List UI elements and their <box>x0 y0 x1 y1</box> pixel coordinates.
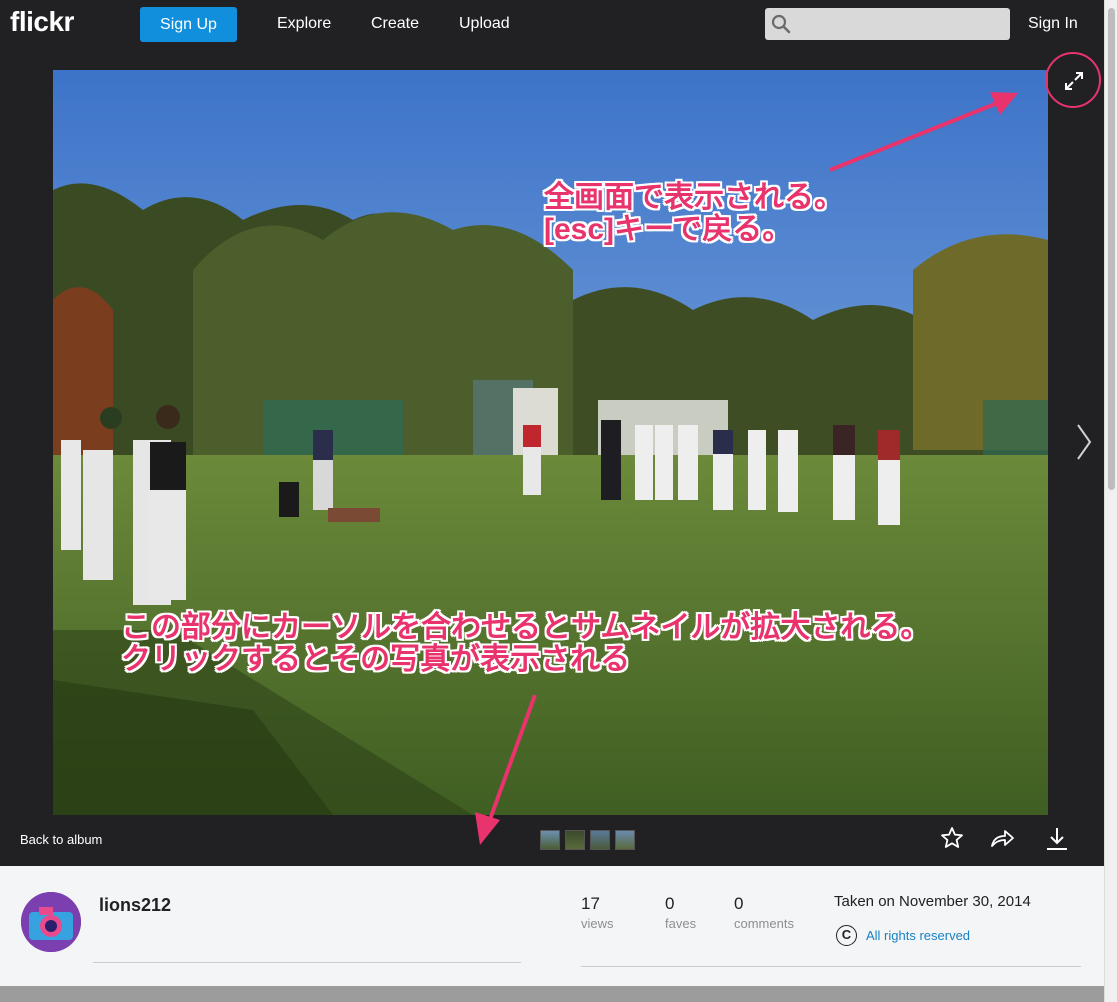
camera-avatar-icon <box>21 892 81 952</box>
rights-link[interactable]: All rights reserved <box>866 928 970 943</box>
faves-count: 0 <box>665 894 675 913</box>
scrollbar-thumb[interactable] <box>1108 8 1115 490</box>
annotation-text: この部分にカーソルを合わせるとサムネイルが拡大される。 <box>121 611 931 644</box>
signup-button[interactable]: Sign Up <box>140 7 237 42</box>
annotation-text: 全画面で表示される。 <box>544 181 844 214</box>
comments-label: comments <box>734 916 794 931</box>
download-icon[interactable] <box>1045 826 1069 852</box>
avatar[interactable] <box>21 892 81 952</box>
views-count: 17 <box>581 894 600 913</box>
favorite-star-icon[interactable] <box>940 826 964 850</box>
signin-link[interactable]: Sign In <box>1028 15 1078 33</box>
username[interactable]: lions212 <box>99 895 171 916</box>
annotation-thumbnail: この部分にカーソルを合わせるとサムネイルが拡大される。 クリックするとその写真が… <box>121 612 930 675</box>
expand-icon <box>1065 72 1083 90</box>
thumbnail[interactable] <box>565 830 585 850</box>
views-label: views <box>581 916 614 931</box>
top-navbar: flickr Sign Up Explore Create Upload Sig… <box>0 0 1104 50</box>
license: C All rights reserved <box>836 925 970 946</box>
search-input[interactable] <box>765 8 1010 40</box>
back-to-album-link[interactable]: Back to album <box>20 832 102 847</box>
views-stat: 17 views <box>581 894 614 931</box>
nav-upload[interactable]: Upload <box>459 15 510 33</box>
annotation-text: クリックするとその写真が表示される <box>121 642 631 676</box>
copyright-icon: C <box>836 925 857 946</box>
thumbnail-strip <box>540 830 635 850</box>
nav-explore[interactable]: Explore <box>277 15 331 33</box>
thumbnail[interactable] <box>540 830 560 850</box>
thumbnail[interactable] <box>615 830 635 850</box>
taken-date: Taken on November 30, 2014 <box>834 893 1031 910</box>
fullscreen-button[interactable] <box>1045 52 1101 108</box>
divider <box>93 962 521 963</box>
thumbnail[interactable] <box>590 830 610 850</box>
photo-info-panel: lions212 17 views 0 faves 0 comments Tak… <box>0 866 1104 986</box>
comments-count: 0 <box>734 894 744 913</box>
flickr-logo[interactable]: flickr <box>10 6 74 38</box>
scrollbar[interactable] <box>1104 0 1117 1002</box>
faves-stat: 0 faves <box>665 894 696 931</box>
next-photo-icon[interactable] <box>1075 423 1093 461</box>
window-bottom-bar <box>0 986 1104 1002</box>
search-icon <box>771 14 791 34</box>
comments-stat: 0 comments <box>734 894 794 931</box>
divider <box>581 966 1081 967</box>
share-icon[interactable] <box>989 826 1015 850</box>
annotation-text: [esc]キーで戻る。 <box>544 212 793 246</box>
nav-create[interactable]: Create <box>371 15 419 33</box>
faves-label: faves <box>665 916 697 931</box>
annotation-fullscreen: 全画面で表示される。 [esc]キーで戻る。 <box>544 182 844 245</box>
